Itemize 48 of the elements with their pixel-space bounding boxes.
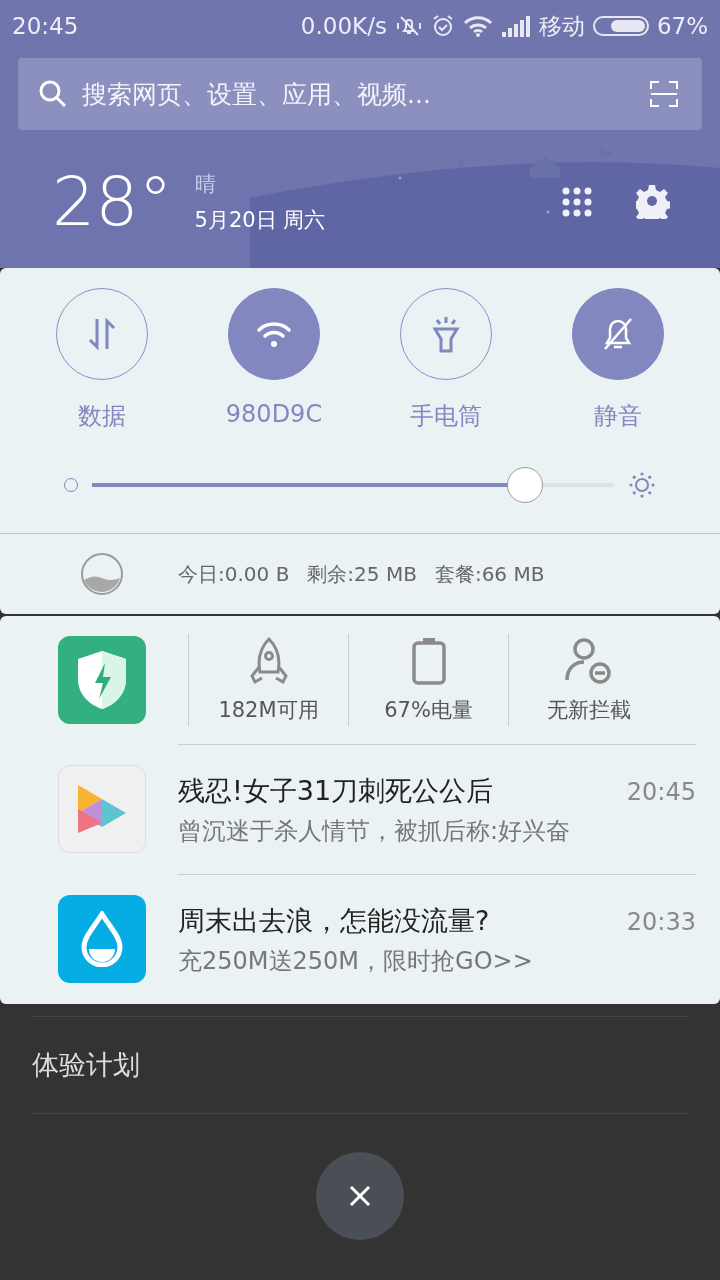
transfer-icon bbox=[87, 317, 117, 351]
status-time: 20:45 bbox=[12, 13, 79, 39]
menu-item[interactable]: 体验计划 bbox=[32, 1016, 688, 1114]
search-bar[interactable]: 搜索网页、设置、应用、视频... bbox=[18, 58, 702, 130]
signal-icon bbox=[500, 15, 531, 37]
water-drop-app-icon bbox=[58, 895, 146, 983]
person-blocked-icon bbox=[563, 636, 614, 686]
notification-time: 20:45 bbox=[626, 777, 696, 806]
sun-icon bbox=[628, 471, 656, 499]
grid-icon[interactable] bbox=[562, 187, 592, 217]
wifi-icon bbox=[462, 15, 493, 37]
notification-title: 残忍!女子31刀刺死公公后 bbox=[178, 773, 494, 808]
security-app-icon[interactable] bbox=[58, 636, 146, 724]
network-speed: 0.00K/s bbox=[300, 13, 387, 39]
shortcut-item[interactable]: 67%电量 bbox=[348, 634, 508, 726]
scan-icon[interactable] bbox=[650, 81, 678, 107]
search-field[interactable]: 搜索网页、设置、应用、视频... bbox=[80, 78, 638, 110]
toggle-label: 数据 bbox=[78, 401, 126, 432]
notification-text: 充250M送250M，限时抢GO>> bbox=[178, 945, 534, 977]
flashlight-icon bbox=[431, 315, 461, 353]
temperature: 28° bbox=[52, 168, 173, 236]
settings-icon[interactable] bbox=[636, 185, 670, 219]
usage-remaining: 剩余:25 MB bbox=[307, 560, 417, 588]
slider-thumb[interactable] bbox=[507, 467, 544, 503]
toggle-label: 980D9C bbox=[225, 400, 323, 428]
battery-percent: 67% bbox=[656, 13, 708, 39]
notification-title: 周末出去浪，怎能没流量? bbox=[178, 903, 490, 938]
data-usage-icon bbox=[80, 552, 124, 596]
vibrate-icon bbox=[394, 14, 423, 38]
notification-text: 曾沉迷于杀人情节，被抓后称:好兴奋 bbox=[178, 815, 572, 847]
video-app-icon bbox=[58, 765, 146, 853]
notification-time: 20:33 bbox=[626, 907, 696, 936]
notification-item[interactable]: 残忍!女子31刀刺死公公后 20:45 曾沉迷于杀人情节，被抓后称:好兴奋 bbox=[0, 744, 720, 874]
usage-today: 今日:0.00 B bbox=[178, 560, 290, 588]
search-icon bbox=[38, 79, 68, 109]
weather-condition: 晴 bbox=[194, 171, 217, 198]
toggle-label: 静音 bbox=[594, 401, 642, 432]
close-icon bbox=[349, 1185, 371, 1207]
shortcut-item[interactable]: 182M可用 bbox=[188, 634, 348, 726]
usage-plan: 套餐:66 MB bbox=[434, 560, 545, 588]
notification-item[interactable]: 周末出去浪，怎能没流量? 20:33 充250M送250M，限时抢GO>> bbox=[0, 874, 720, 1004]
wifi-icon bbox=[256, 320, 292, 348]
date-text: 5月20日 周六 bbox=[194, 207, 326, 234]
battery-icon bbox=[410, 636, 447, 686]
toggle-label: 手电筒 bbox=[410, 401, 482, 432]
battery-icon bbox=[592, 15, 649, 37]
carrier-name: 移动 bbox=[538, 11, 585, 41]
shortcut-item[interactable]: 无新拦截 bbox=[508, 634, 668, 726]
